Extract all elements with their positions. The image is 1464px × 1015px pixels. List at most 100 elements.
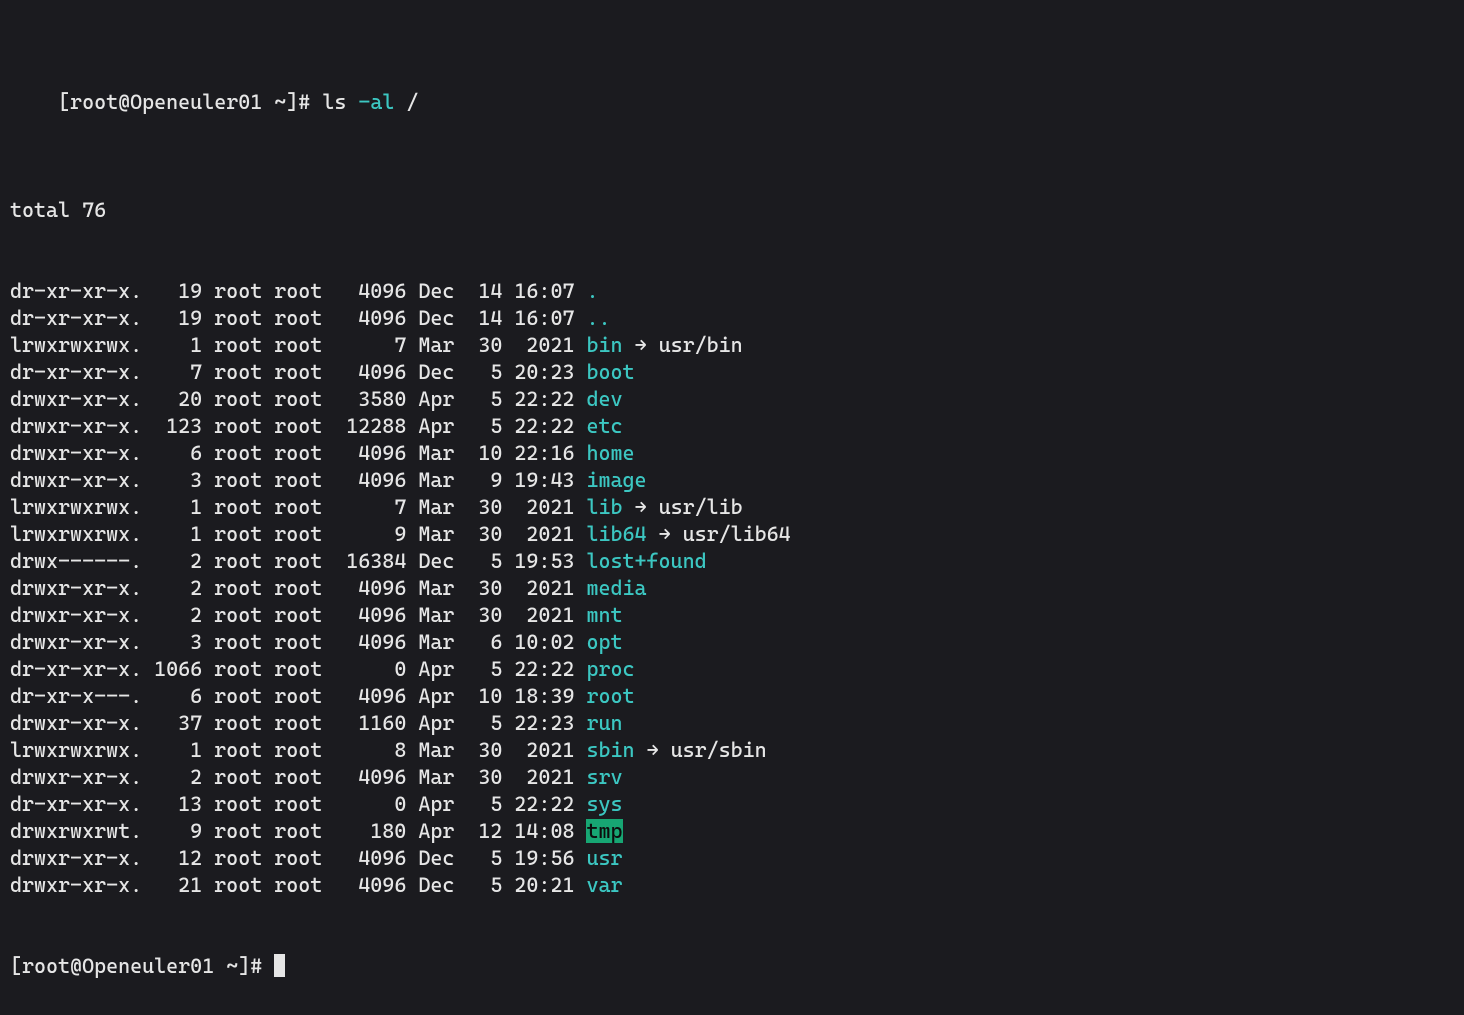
group: root bbox=[274, 656, 334, 683]
group: root bbox=[274, 791, 334, 818]
file-name: srv bbox=[586, 765, 622, 789]
owner: root bbox=[214, 710, 274, 737]
month: Mar bbox=[418, 602, 466, 629]
group: root bbox=[274, 710, 334, 737]
ls-row: drwxr-xr-x.21 rootroot4096 Dec520:21 var bbox=[10, 872, 1454, 899]
space bbox=[202, 656, 214, 683]
month: Mar bbox=[418, 575, 466, 602]
ls-row: drwxr-xr-x.2 rootroot4096 Mar302021 srv bbox=[10, 764, 1454, 791]
next-prompt-line: [root@Openeuler01 ~]# bbox=[10, 953, 1454, 980]
time: 2021 bbox=[502, 764, 574, 791]
space bbox=[202, 845, 214, 872]
time: 2021 bbox=[502, 575, 574, 602]
file-name: usr bbox=[586, 846, 622, 870]
owner: root bbox=[214, 845, 274, 872]
group: root bbox=[274, 764, 334, 791]
owner: root bbox=[214, 278, 274, 305]
owner: root bbox=[214, 359, 274, 386]
perms: lrwxrwxrwx. bbox=[10, 332, 142, 359]
ls-row: drwxr-xr-x.3 rootroot4096 Mar919:43 imag… bbox=[10, 467, 1454, 494]
time: 20:23 bbox=[502, 359, 574, 386]
ls-row: lrwxrwxrwx.1 rootroot7 Mar302021 lib → u… bbox=[10, 494, 1454, 521]
day: 5 bbox=[466, 413, 502, 440]
space bbox=[202, 386, 214, 413]
space bbox=[202, 818, 214, 845]
links: 2 bbox=[142, 548, 202, 575]
group: root bbox=[274, 521, 334, 548]
terminal-output[interactable]: [root@Openeuler01 ~]# ls -al / total 76 … bbox=[0, 0, 1464, 1015]
file-name: boot bbox=[586, 360, 634, 384]
perms: drwxrwxrwt. bbox=[10, 818, 142, 845]
size: 3580 bbox=[334, 386, 406, 413]
month: Apr bbox=[418, 791, 466, 818]
size: 4096 bbox=[334, 305, 406, 332]
space bbox=[406, 386, 418, 413]
links: 3 bbox=[142, 467, 202, 494]
space bbox=[574, 683, 586, 710]
space bbox=[202, 737, 214, 764]
size: 1160 bbox=[334, 710, 406, 737]
ls-row: dr-xr-xr-x.7 rootroot4096 Dec520:23 boot bbox=[10, 359, 1454, 386]
ls-row: dr-xr-xr-x.13 rootroot0 Apr522:22 sys bbox=[10, 791, 1454, 818]
links: 21 bbox=[142, 872, 202, 899]
time: 2021 bbox=[502, 737, 574, 764]
space bbox=[202, 494, 214, 521]
links: 1 bbox=[142, 737, 202, 764]
space bbox=[574, 575, 586, 602]
group: root bbox=[274, 845, 334, 872]
ls-row: drwxr-xr-x.37 rootroot1160 Apr522:23 run bbox=[10, 710, 1454, 737]
space bbox=[406, 710, 418, 737]
space bbox=[574, 656, 586, 683]
size: 4096 bbox=[334, 683, 406, 710]
owner: root bbox=[214, 656, 274, 683]
space bbox=[574, 791, 586, 818]
day: 10 bbox=[466, 683, 502, 710]
space bbox=[202, 575, 214, 602]
space bbox=[406, 737, 418, 764]
space bbox=[406, 818, 418, 845]
owner: root bbox=[214, 494, 274, 521]
space bbox=[406, 629, 418, 656]
ls-row: drwxr-xr-x.2 rootroot4096 Mar302021 medi… bbox=[10, 575, 1454, 602]
space bbox=[202, 764, 214, 791]
symlink-arrow: → bbox=[647, 522, 683, 546]
month: Apr bbox=[418, 710, 466, 737]
month: Apr bbox=[418, 683, 466, 710]
ls-row: dr-xr-xr-x.1066 rootroot0 Apr522:22 proc bbox=[10, 656, 1454, 683]
group: root bbox=[274, 359, 334, 386]
perms: dr-xr-xr-x. bbox=[10, 359, 142, 386]
owner: root bbox=[214, 440, 274, 467]
size: 4096 bbox=[334, 359, 406, 386]
size: 7 bbox=[334, 332, 406, 359]
time: 2021 bbox=[502, 494, 574, 521]
symlink-target: usr/sbin bbox=[671, 738, 767, 762]
time: 2021 bbox=[502, 602, 574, 629]
symlink-arrow: → bbox=[623, 333, 659, 357]
file-name: .. bbox=[586, 306, 610, 330]
time: 22:16 bbox=[502, 440, 574, 467]
size: 4096 bbox=[334, 845, 406, 872]
time: 19:43 bbox=[502, 467, 574, 494]
day: 5 bbox=[466, 710, 502, 737]
links: 1066 bbox=[142, 656, 202, 683]
day: 5 bbox=[466, 791, 502, 818]
time: 2021 bbox=[502, 332, 574, 359]
ls-row: drwxr-xr-x.12 rootroot4096 Dec519:56 usr bbox=[10, 845, 1454, 872]
owner: root bbox=[214, 737, 274, 764]
links: 19 bbox=[142, 278, 202, 305]
day: 30 bbox=[466, 332, 502, 359]
file-name: . bbox=[586, 279, 598, 303]
owner: root bbox=[214, 548, 274, 575]
month: Mar bbox=[418, 332, 466, 359]
space bbox=[406, 413, 418, 440]
time: 19:53 bbox=[502, 548, 574, 575]
month: Mar bbox=[418, 764, 466, 791]
time: 10:02 bbox=[502, 629, 574, 656]
space bbox=[574, 872, 586, 899]
group: root bbox=[274, 818, 334, 845]
month: Dec bbox=[418, 278, 466, 305]
space bbox=[406, 575, 418, 602]
space bbox=[406, 521, 418, 548]
ls-row: drwxr-xr-x.6 rootroot4096 Mar1022:16 hom… bbox=[10, 440, 1454, 467]
day: 10 bbox=[466, 440, 502, 467]
